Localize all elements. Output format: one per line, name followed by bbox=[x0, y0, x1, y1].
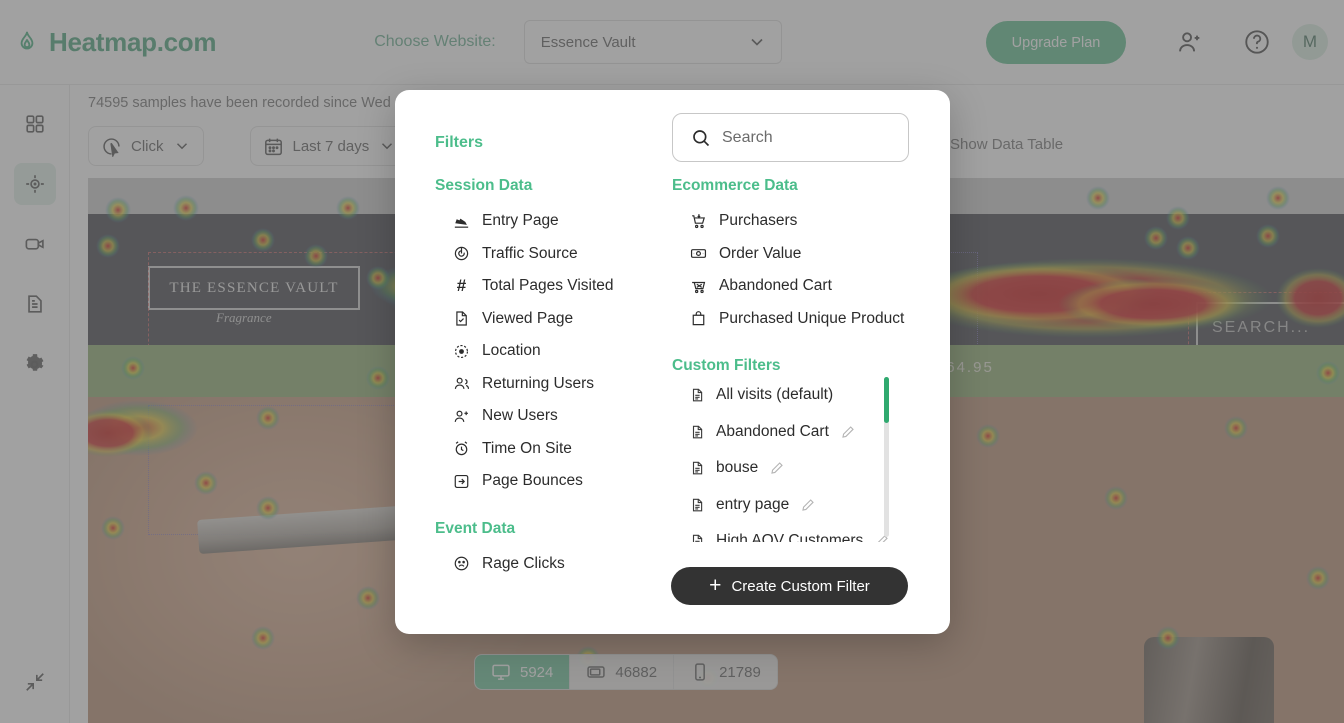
file-icon bbox=[692, 425, 703, 439]
custom-filter-item[interactable]: bouse bbox=[672, 450, 912, 487]
custom-filter-item[interactable]: High AOV Customers bbox=[672, 523, 912, 542]
plane-landing-icon bbox=[454, 218, 469, 228]
filter-item-total-pages-visited[interactable]: # Total Pages Visited bbox=[435, 270, 655, 303]
filter-item-label: Page Bounces bbox=[482, 472, 583, 490]
custom-filter-label: bouse bbox=[716, 459, 759, 477]
filter-item-label: Returning Users bbox=[482, 374, 594, 392]
filter-item-label: Traffic Source bbox=[482, 244, 578, 262]
filter-item-label: New Users bbox=[482, 407, 558, 425]
filter-item-purchasers[interactable]: Purchasers bbox=[672, 205, 912, 238]
pencil-edit-icon[interactable] bbox=[841, 425, 855, 439]
cart-down-icon bbox=[692, 213, 705, 228]
group-title-ecommerce-data: Ecommerce Data bbox=[672, 177, 798, 194]
hash-icon: # bbox=[456, 276, 467, 296]
location-pin-icon bbox=[454, 344, 469, 358]
custom-filter-item[interactable]: Abandoned Cart bbox=[672, 414, 912, 451]
filter-item-label: Time On Site bbox=[482, 439, 572, 457]
filter-item-order-value[interactable]: Order Value bbox=[672, 238, 912, 271]
custom-filter-label: High AOV Customers bbox=[716, 532, 864, 542]
filter-item-label: Abandoned Cart bbox=[719, 277, 832, 295]
custom-filters-list[interactable]: All visits (default) Abandoned Cart bous… bbox=[672, 377, 912, 542]
file-icon bbox=[692, 461, 703, 475]
filter-search-input[interactable]: Search bbox=[672, 113, 909, 162]
banknote-icon bbox=[690, 249, 707, 259]
file-icon bbox=[692, 534, 703, 542]
app-root: Heatmap.com Choose Website: Essence Vaul… bbox=[0, 0, 1344, 723]
group-title-custom-filters: Custom Filters bbox=[672, 357, 781, 374]
users-icon bbox=[454, 377, 470, 390]
plus-icon: + bbox=[709, 573, 722, 597]
custom-filters-scrollbar-thumb[interactable] bbox=[884, 377, 889, 423]
filter-item-viewed-page[interactable]: Viewed Page bbox=[435, 303, 655, 336]
pencil-edit-icon[interactable] bbox=[770, 461, 784, 475]
filter-item-time-on-site[interactable]: Time On Site bbox=[435, 433, 655, 466]
filter-item-rage-clicks[interactable]: Rage Clicks bbox=[435, 548, 655, 581]
group-title-session-data: Session Data bbox=[435, 177, 533, 194]
filter-item-location[interactable]: Location bbox=[435, 335, 655, 368]
custom-filter-label: Abandoned Cart bbox=[716, 422, 829, 440]
filter-item-label: Entry Page bbox=[482, 212, 559, 230]
filter-item-purchased-unique-product[interactable]: Purchased Unique Product bbox=[672, 303, 912, 336]
filter-item-returning-users[interactable]: Returning Users bbox=[435, 368, 655, 401]
create-custom-filter-button[interactable]: + Create Custom Filter bbox=[671, 567, 908, 605]
document-check-icon bbox=[456, 311, 467, 326]
custom-filter-item[interactable]: entry page bbox=[672, 487, 912, 524]
file-icon bbox=[692, 388, 703, 402]
alarm-clock-icon bbox=[455, 441, 468, 456]
filter-item-abandoned-cart[interactable]: Abandoned Cart bbox=[672, 270, 912, 303]
filter-item-label: Rage Clicks bbox=[482, 554, 565, 572]
custom-filter-item[interactable]: All visits (default) bbox=[672, 377, 912, 414]
group-title-event-data: Event Data bbox=[435, 519, 516, 537]
filter-search-placeholder: Search bbox=[722, 128, 773, 146]
create-custom-filter-label: Create Custom Filter bbox=[731, 577, 870, 595]
custom-filter-label: All visits (default) bbox=[716, 386, 834, 404]
magnifier-icon bbox=[693, 129, 710, 146]
filters-modal: Filters Search Session Data Entry Page T… bbox=[395, 90, 950, 634]
exit-arrow-icon bbox=[454, 474, 469, 488]
filter-item-entry-page[interactable]: Entry Page bbox=[435, 205, 655, 238]
filters-left-column: Session Data Entry Page Traffic Source #… bbox=[435, 177, 655, 580]
filters-modal-title: Filters bbox=[435, 134, 484, 151]
custom-filters-scrollbar[interactable] bbox=[884, 377, 889, 537]
custom-filter-label: entry page bbox=[716, 495, 790, 513]
filter-item-label: Purchased Unique Product bbox=[719, 309, 905, 327]
filter-item-traffic-source[interactable]: Traffic Source bbox=[435, 238, 655, 271]
shopping-bag-icon bbox=[692, 311, 705, 326]
file-icon bbox=[692, 498, 703, 512]
filter-item-label: Viewed Page bbox=[482, 309, 574, 327]
filter-item-new-users[interactable]: New Users bbox=[435, 400, 655, 433]
filter-item-label: Location bbox=[482, 342, 541, 360]
filter-item-page-bounces[interactable]: Page Bounces bbox=[435, 465, 655, 498]
filters-right-column: Ecommerce Data Purchasers Order Value Ab… bbox=[672, 177, 912, 385]
megaphone-icon bbox=[454, 247, 469, 261]
user-plus-icon bbox=[454, 410, 468, 422]
filter-item-label: Order Value bbox=[719, 244, 802, 262]
pencil-edit-icon[interactable] bbox=[801, 498, 815, 512]
cart-x-icon bbox=[692, 281, 706, 293]
filter-item-label: Total Pages Visited bbox=[482, 277, 614, 295]
frowning-face-icon bbox=[454, 556, 469, 571]
filter-item-label: Purchasers bbox=[719, 212, 798, 230]
